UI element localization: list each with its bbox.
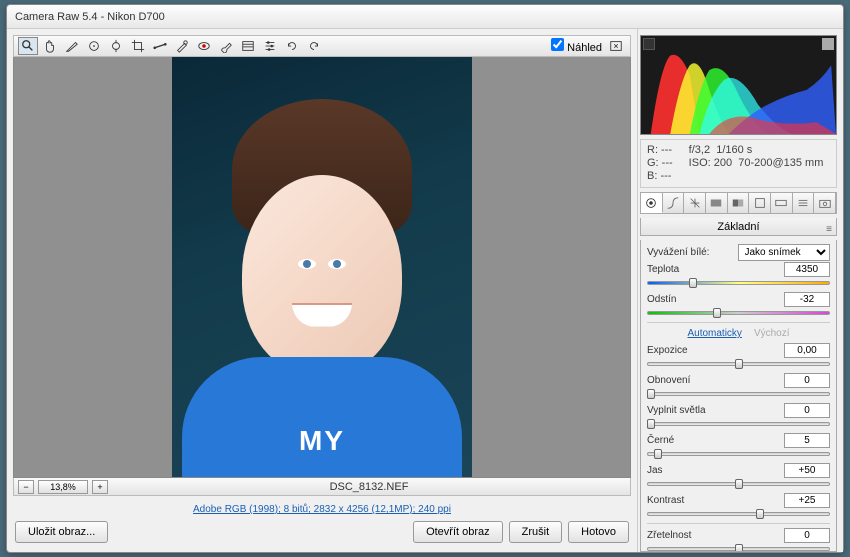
adjustment-brush-icon[interactable]	[216, 37, 236, 55]
red-eye-icon[interactable]	[194, 37, 214, 55]
auto-link[interactable]: Automaticky	[687, 328, 741, 339]
rotate-ccw-icon[interactable]	[282, 37, 302, 55]
brightness-value[interactable]: +50	[784, 463, 830, 478]
blacks-value[interactable]: 5	[784, 433, 830, 448]
rotate-cw-icon[interactable]	[304, 37, 324, 55]
histogram[interactable]	[640, 35, 837, 135]
tint-slider[interactable]	[647, 308, 830, 318]
filename-label: DSC_8132.NEF	[112, 481, 626, 493]
zoom-tool-icon[interactable]	[18, 37, 38, 55]
clarity-value[interactable]: 0	[784, 528, 830, 543]
wb-select[interactable]: Jako snímek	[738, 244, 831, 261]
zoom-level[interactable]: 13,8%	[38, 480, 88, 494]
fill-light-slider[interactable]	[647, 419, 830, 429]
default-link[interactable]: Výchozí	[754, 328, 790, 339]
zoom-out-button[interactable]: −	[18, 480, 34, 494]
camera-raw-window: Camera Raw 5.4 - Nikon D700 Náhled	[6, 4, 844, 553]
shadow-clip-icon[interactable]	[643, 38, 655, 50]
clarity-slider[interactable]	[647, 544, 830, 552]
crop-tool-icon[interactable]	[128, 37, 148, 55]
temperature-slider[interactable]	[647, 278, 830, 288]
panel-title: Základní≡	[640, 218, 837, 236]
fill-light-value[interactable]: 0	[784, 403, 830, 418]
wb-label: Vyvážení bílé:	[647, 247, 734, 258]
workflow-options: Adobe RGB (1998); 8 bitů; 2832 x 4256 (1…	[13, 500, 631, 518]
exposure-slider[interactable]	[647, 359, 830, 369]
preview-checkbox[interactable]: Náhled	[551, 38, 602, 54]
highlight-clip-icon[interactable]	[822, 38, 834, 50]
temperature-value[interactable]: 4350	[784, 262, 830, 277]
contrast-slider[interactable]	[647, 509, 830, 519]
exposure-value[interactable]: 0,00	[784, 343, 830, 358]
fullscreen-icon[interactable]	[606, 37, 626, 55]
window-title: Camera Raw 5.4 - Nikon D700	[15, 11, 165, 23]
tab-presets[interactable]	[793, 193, 815, 213]
photo: MY	[172, 57, 472, 477]
tab-hsl[interactable]	[706, 193, 728, 213]
color-sampler-icon[interactable]	[84, 37, 104, 55]
r-value: R: ---	[647, 144, 673, 157]
image-preview[interactable]: MY	[13, 57, 631, 478]
preferences-icon[interactable]	[260, 37, 280, 55]
save-image-button[interactable]: Uložit obraz...	[15, 521, 108, 543]
g-value: G: ---	[647, 157, 673, 170]
tab-lens[interactable]	[749, 193, 771, 213]
info-panel: R: --- G: --- B: --- f/3,2 1/160 s ISO: …	[640, 139, 837, 188]
blacks-slider[interactable]	[647, 449, 830, 459]
hand-tool-icon[interactable]	[40, 37, 60, 55]
zoom-in-button[interactable]: +	[92, 480, 108, 494]
toolbar: Náhled	[13, 35, 631, 57]
b-value: B: ---	[647, 170, 673, 183]
panel-menu-icon[interactable]: ≡	[826, 221, 832, 239]
tab-curve[interactable]	[663, 193, 685, 213]
tint-value[interactable]: -32	[784, 292, 830, 307]
spot-removal-icon[interactable]	[172, 37, 192, 55]
recovery-slider[interactable]	[647, 389, 830, 399]
white-balance-tool-icon[interactable]	[62, 37, 82, 55]
tab-snapshots[interactable]	[814, 193, 836, 213]
workflow-link[interactable]: Adobe RGB (1998); 8 bitů; 2832 x 4256 (1…	[193, 504, 451, 515]
open-image-button[interactable]: Otevřít obraz	[413, 521, 503, 543]
panel-tabs	[640, 192, 837, 214]
tab-detail[interactable]	[684, 193, 706, 213]
graduated-filter-icon[interactable]	[238, 37, 258, 55]
titlebar: Camera Raw 5.4 - Nikon D700	[7, 5, 843, 29]
basic-panel: Vyvážení bílé:Jako snímek Teplota4350 Od…	[640, 240, 837, 552]
recovery-value[interactable]: 0	[784, 373, 830, 388]
done-button[interactable]: Hotovo	[568, 521, 629, 543]
brightness-slider[interactable]	[647, 479, 830, 489]
tab-basic[interactable]	[641, 193, 663, 213]
contrast-value[interactable]: +25	[784, 493, 830, 508]
zoom-bar: − 13,8% + DSC_8132.NEF	[13, 478, 631, 496]
tab-calibration[interactable]	[771, 193, 793, 213]
straighten-tool-icon[interactable]	[150, 37, 170, 55]
cancel-button[interactable]: Zrušit	[509, 521, 563, 543]
target-adjustment-icon[interactable]	[106, 37, 126, 55]
tab-split[interactable]	[728, 193, 750, 213]
